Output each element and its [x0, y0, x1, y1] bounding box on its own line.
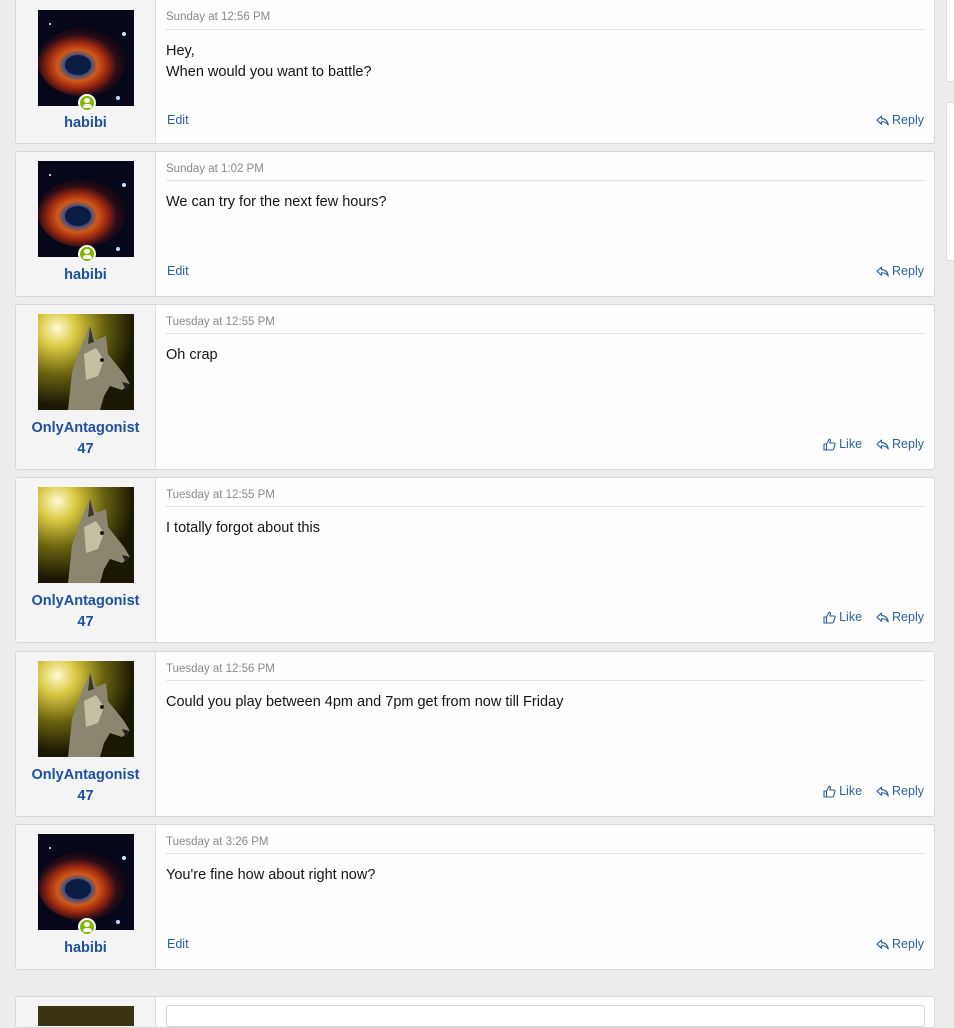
avatar-nebula[interactable]: [38, 10, 134, 106]
like-label: Like: [839, 610, 863, 624]
post-date[interactable]: Tuesday at 3:26 PM: [166, 836, 269, 848]
reply-icon: [876, 938, 889, 950]
post-date[interactable]: Sunday at 12:56 PM: [166, 11, 270, 23]
post-date[interactable]: Sunday at 1:02 PM: [166, 163, 264, 175]
message-content: Tuesday at 12:55 PM I totally forgot abo…: [156, 478, 934, 642]
post-actions: Reply: [876, 113, 924, 127]
message-post: OnlyAntagonist 47 Tuesday at 12:55 PM I …: [15, 477, 935, 643]
message-body: Could you play between 4pm and 7pm get f…: [166, 694, 564, 710]
divider: [166, 680, 925, 681]
divider: [166, 180, 925, 181]
avatar-wolf[interactable]: [38, 314, 134, 410]
message-author: habibi: [16, 152, 156, 296]
thumbs-up-icon: [823, 785, 836, 798]
reply-button[interactable]: Reply: [876, 113, 924, 127]
post-actions: Like Reply: [823, 437, 924, 451]
post-actions: Reply: [876, 937, 924, 951]
message-body: Hey, When would you want to battle?: [166, 43, 372, 80]
message-content: Sunday at 12:56 PM Hey, When would you w…: [156, 0, 934, 143]
message-post: OnlyAntagonist 47 Tuesday at 12:56 PM Co…: [15, 651, 935, 817]
message-content: Sunday at 1:02 PM We can try for the nex…: [156, 152, 934, 296]
like-button[interactable]: Like: [823, 437, 862, 451]
username-link[interactable]: habibi: [16, 113, 155, 134]
reply-label: Reply: [892, 264, 924, 278]
avatar-wolf: [38, 1006, 134, 1026]
like-label: Like: [839, 437, 863, 451]
thumbs-up-icon: [823, 611, 836, 624]
like-button[interactable]: Like: [823, 784, 862, 798]
like-button[interactable]: Like: [823, 610, 862, 624]
online-status-icon: [78, 918, 96, 936]
username-link[interactable]: habibi: [16, 265, 155, 286]
reply-button[interactable]: Reply: [876, 437, 924, 451]
reply-icon: [876, 438, 889, 450]
divider: [166, 506, 925, 507]
reply-icon: [876, 611, 889, 623]
reply-icon: [876, 265, 889, 277]
username-link[interactable]: OnlyAntagonist 47: [16, 418, 155, 460]
divider: [166, 853, 925, 854]
edit-button[interactable]: Edit: [167, 113, 189, 127]
online-status-icon: [78, 245, 96, 263]
message-post: OnlyAntagonist 47 Tuesday at 12:55 PM Oh…: [15, 304, 935, 470]
post-date[interactable]: Tuesday at 12:56 PM: [166, 663, 275, 675]
quick-reply-box: [15, 996, 935, 1028]
post-actions: Like Reply: [823, 610, 924, 624]
reply-label: Reply: [892, 784, 924, 798]
message-author: habibi: [16, 825, 156, 969]
reply-icon: [876, 785, 889, 797]
message-author: OnlyAntagonist 47: [16, 478, 156, 642]
avatar-wolf[interactable]: [38, 487, 134, 583]
username-link[interactable]: OnlyAntagonist 47: [16, 765, 155, 807]
post-actions: Like Reply: [823, 784, 924, 798]
quick-reply-editor[interactable]: [166, 1005, 925, 1027]
message-content: Tuesday at 3:26 PM You're fine how about…: [156, 825, 934, 969]
edit-button[interactable]: Edit: [167, 937, 189, 951]
reply-label: Reply: [892, 113, 924, 127]
avatar-nebula[interactable]: [38, 161, 134, 257]
message-content: Tuesday at 12:55 PM Oh crap Like Reply: [156, 305, 934, 469]
avatar-wolf[interactable]: [38, 661, 134, 757]
reply-label: Reply: [892, 437, 924, 451]
post-date[interactable]: Tuesday at 12:55 PM: [166, 316, 275, 328]
reply-icon: [876, 114, 889, 126]
reply-button[interactable]: Reply: [876, 937, 924, 951]
post-date[interactable]: Tuesday at 12:55 PM: [166, 489, 275, 501]
reply-label: Reply: [892, 610, 924, 624]
message-body: Oh crap: [166, 347, 218, 363]
message-author: habibi: [16, 0, 156, 143]
online-status-icon: [78, 94, 96, 112]
message-post: habibi Sunday at 1:02 PM We can try for …: [15, 151, 935, 297]
message-author: OnlyAntagonist 47: [16, 305, 156, 469]
like-label: Like: [839, 784, 863, 798]
reply-button[interactable]: Reply: [876, 610, 924, 624]
divider: [166, 29, 925, 30]
sidebar-panel-edge: [946, 102, 954, 261]
sidebar-panel-edge: [946, 0, 954, 82]
message-content: Tuesday at 12:56 PM Could you play betwe…: [156, 652, 934, 816]
thumbs-up-icon: [823, 438, 836, 451]
message-author: OnlyAntagonist 47: [16, 652, 156, 816]
divider: [166, 333, 925, 334]
message-body: We can try for the next few hours?: [166, 194, 387, 210]
message-body: You're fine how about right now?: [166, 867, 376, 883]
post-actions: Reply: [876, 264, 924, 278]
username-link[interactable]: OnlyAntagonist 47: [16, 591, 155, 633]
reply-label: Reply: [892, 937, 924, 951]
message-post: habibi Sunday at 12:56 PM Hey, When woul…: [15, 0, 935, 144]
reply-button[interactable]: Reply: [876, 264, 924, 278]
edit-button[interactable]: Edit: [167, 264, 189, 278]
username-link[interactable]: habibi: [16, 938, 155, 959]
message-body: I totally forgot about this: [166, 520, 320, 536]
message-post: habibi Tuesday at 3:26 PM You're fine ho…: [15, 824, 935, 970]
reply-button[interactable]: Reply: [876, 784, 924, 798]
avatar-nebula[interactable]: [38, 834, 134, 930]
